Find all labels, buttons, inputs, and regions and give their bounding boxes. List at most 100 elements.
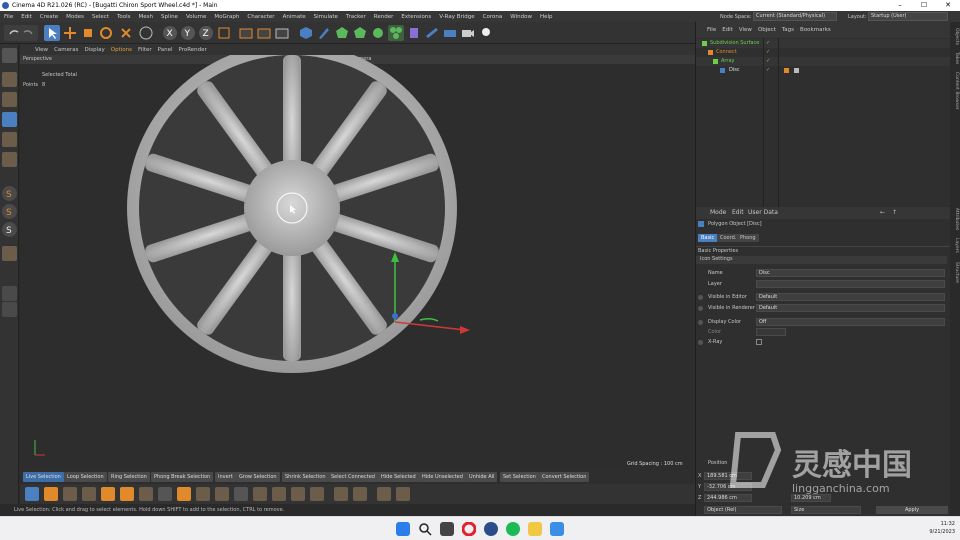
file-explorer-icon[interactable]: [528, 522, 542, 536]
texture-mode-icon[interactable]: [2, 92, 17, 107]
3d-viewport[interactable]: Perspective Default Camera Selected Tota…: [20, 55, 695, 470]
om-menu-file[interactable]: File: [704, 22, 719, 38]
layout-select[interactable]: Startup (User): [868, 12, 948, 21]
node-space-select[interactable]: Current (Standard/Physical): [753, 12, 837, 21]
tab-phong[interactable]: Phong: [737, 234, 759, 242]
cloner-icon[interactable]: [388, 25, 404, 41]
minimize-button[interactable]: –: [888, 0, 912, 11]
om-menu-tags[interactable]: Tags: [779, 22, 797, 38]
y-axis-lock-icon[interactable]: Y: [180, 25, 196, 41]
om-menu-view[interactable]: View: [736, 22, 755, 38]
tab-takes[interactable]: Takes: [951, 52, 959, 64]
hide-unselected-button[interactable]: Hide Unselected: [419, 472, 466, 482]
environment-icon[interactable]: [424, 25, 440, 41]
undo-redo-icon[interactable]: [4, 25, 38, 41]
recent-tools-icon[interactable]: [118, 25, 134, 41]
display-color-select[interactable]: Off: [756, 318, 945, 326]
points-mode-icon[interactable]: [2, 112, 17, 127]
rotate-tool-icon[interactable]: [98, 25, 114, 41]
snap-icon[interactable]: S: [2, 186, 17, 201]
mesh-tool-icons[interactable]: [20, 484, 695, 504]
workplane-snap-icon[interactable]: S: [2, 204, 17, 219]
spotify-icon[interactable]: [506, 522, 520, 536]
animate-dot-icon[interactable]: [698, 320, 703, 325]
animate-dot-icon[interactable]: [698, 340, 703, 345]
om-menu-bookmarks[interactable]: Bookmarks: [797, 22, 834, 38]
material-tag-icon[interactable]: [794, 68, 799, 73]
task-view-icon[interactable]: [440, 522, 454, 536]
tab-coord[interactable]: Coord.: [717, 234, 740, 242]
am-menu-user-data[interactable]: User Data: [748, 207, 778, 219]
mograph-icon[interactable]: [370, 25, 386, 41]
render-settings-icon[interactable]: [274, 25, 290, 41]
back-arrow-icon[interactable]: ←: [880, 207, 885, 219]
tab-objects[interactable]: Objects: [951, 28, 959, 45]
coordinate-system-icon[interactable]: [216, 25, 232, 41]
render-picture-viewer-icon[interactable]: [256, 25, 272, 41]
object-row-disc[interactable]: Disc ✓: [696, 66, 951, 75]
cinema4d-taskbar-icon[interactable]: [484, 522, 498, 536]
grow-selection-button[interactable]: Grow Selection: [236, 472, 280, 482]
tab-attributes[interactable]: Attributes: [951, 208, 959, 230]
tab-basic[interactable]: Basic: [698, 234, 718, 242]
live-selection-button[interactable]: Live Selection: [23, 472, 64, 482]
move-tool-icon[interactable]: [62, 25, 78, 41]
icon-settings-group[interactable]: Icon Settings: [696, 256, 947, 264]
visibility-check-icon[interactable]: ✓: [766, 48, 770, 57]
om-menu-object[interactable]: Object: [755, 22, 779, 38]
phong-tag-icon[interactable]: [784, 68, 789, 73]
system-clock[interactable]: 11:32 9/21/2023: [929, 520, 955, 536]
z-axis-lock-icon[interactable]: Z: [198, 25, 214, 41]
maximize-button[interactable]: ☐: [912, 0, 936, 11]
set-selection-button[interactable]: Set Selection: [500, 472, 539, 482]
tab-content-browser[interactable]: Content Browser: [951, 72, 959, 110]
shrink-selection-button[interactable]: Shrink Selection: [282, 472, 329, 482]
unhide-all-button[interactable]: Unhide All: [466, 472, 498, 482]
windows-start-icon[interactable]: [396, 522, 410, 536]
invert-button[interactable]: Invert: [215, 472, 236, 482]
convert-selection-button[interactable]: Convert Selection: [539, 472, 590, 482]
close-button[interactable]: ✕: [936, 0, 960, 11]
subdivision-surface-icon[interactable]: [334, 25, 350, 41]
make-editable-icon[interactable]: [2, 48, 17, 63]
array-icon[interactable]: [352, 25, 368, 41]
xray-checkbox[interactable]: [756, 339, 762, 345]
wheel-model[interactable]: [20, 55, 695, 470]
color-swatch[interactable]: [756, 328, 786, 336]
edges-mode-icon[interactable]: [2, 132, 17, 147]
ring-selection-button[interactable]: Ring Selection: [108, 472, 150, 482]
layer-icon[interactable]: [2, 302, 17, 317]
select-connected-button[interactable]: Select Connected: [328, 472, 378, 482]
object-row-array[interactable]: Array ✓: [696, 57, 951, 66]
floor-icon[interactable]: [442, 25, 458, 41]
up-arrow-icon[interactable]: ↑: [892, 207, 897, 219]
object-row-subdivision-surface[interactable]: Subdivision Surface ✓: [696, 39, 951, 48]
scale-tool-icon[interactable]: [80, 25, 96, 41]
live-selection-icon[interactable]: [44, 25, 60, 41]
workplane-icon[interactable]: [2, 286, 17, 301]
om-menu-edit[interactable]: Edit: [719, 22, 736, 38]
pen-icon[interactable]: [316, 25, 332, 41]
model-mode-icon[interactable]: [138, 25, 154, 41]
animate-dot-icon[interactable]: [698, 295, 703, 300]
am-menu-mode[interactable]: Mode: [710, 207, 726, 219]
name-field[interactable]: Disc: [756, 269, 945, 277]
visible-in-editor-select[interactable]: Default: [756, 293, 945, 301]
animate-dot-icon[interactable]: [698, 306, 703, 311]
layer-field[interactable]: [756, 280, 945, 288]
hide-selected-button[interactable]: Hide Selected: [378, 472, 419, 482]
x-axis-lock-icon[interactable]: X: [162, 25, 178, 41]
cube-icon[interactable]: [298, 25, 314, 41]
axis-mode-icon[interactable]: [2, 246, 17, 261]
render-view-icon[interactable]: [238, 25, 254, 41]
am-menu-edit[interactable]: Edit: [732, 207, 744, 219]
quantize-icon[interactable]: S: [2, 222, 17, 237]
tab-structure[interactable]: Structure: [951, 262, 959, 283]
polygons-mode-icon[interactable]: [2, 152, 17, 167]
phong-break-selection-button[interactable]: Phong Break Selection: [151, 472, 214, 482]
camera-icon[interactable]: [460, 25, 476, 41]
deformer-icon[interactable]: [406, 25, 422, 41]
visible-in-renderer-select[interactable]: Default: [756, 304, 945, 312]
loop-selection-button[interactable]: Loop Selection: [64, 472, 107, 482]
visibility-check-icon[interactable]: ✓: [766, 66, 770, 75]
